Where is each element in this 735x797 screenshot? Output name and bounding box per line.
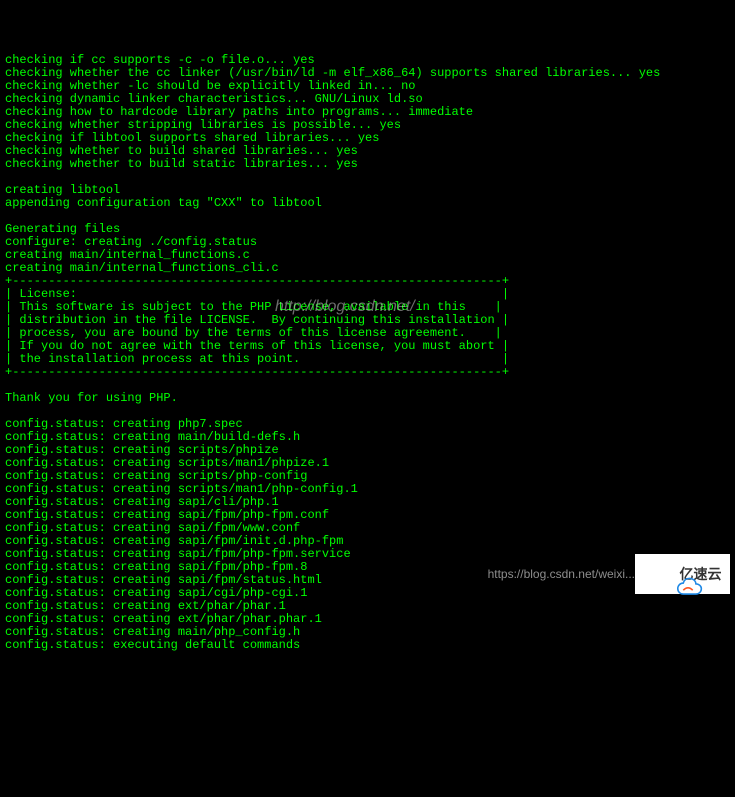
terminal-line: Thank you for using PHP. [5, 392, 730, 405]
terminal-line: config.status: creating main/php_config.… [5, 626, 730, 639]
terminal-line: config.status: executing default command… [5, 639, 730, 652]
terminal-line: appending configuration tag "CXX" to lib… [5, 197, 730, 210]
terminal-line: config.status: creating ext/phar/phar.ph… [5, 613, 730, 626]
terminal-line: config.status: creating ext/phar/phar.1 [5, 600, 730, 613]
terminal-output: checking if cc supports -c -o file.o... … [0, 52, 735, 654]
terminal-line: checking whether to build static librari… [5, 158, 730, 171]
terminal-line: +---------------------------------------… [5, 366, 730, 379]
